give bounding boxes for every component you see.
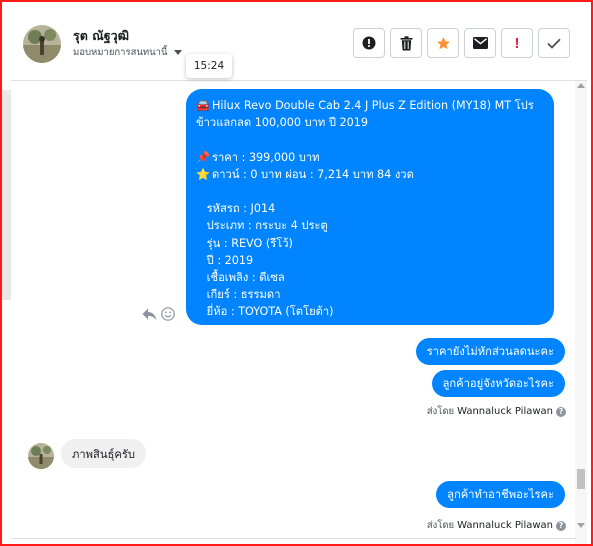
help-icon[interactable]: ? bbox=[556, 406, 566, 417]
outgoing-message[interactable]: ราคายังไม่หักส่วนลดนะคะ bbox=[415, 338, 565, 365]
check-icon bbox=[547, 38, 561, 49]
message-line: ปี : 2019 bbox=[196, 253, 254, 267]
contact-name[interactable]: รุต ณัฐวุฒิ bbox=[73, 26, 129, 46]
star-emoji-icon: ⭐ bbox=[196, 167, 210, 181]
caret-down-icon bbox=[173, 50, 182, 55]
message-line bbox=[196, 183, 544, 200]
message-line: เชื้อเพลิง : ดีเซล bbox=[196, 270, 285, 284]
message-line: ยี่ห้อ : TOYOTA (โตโยต้า) bbox=[196, 305, 334, 319]
mark-done-button[interactable] bbox=[538, 28, 570, 58]
conversation-window: รุต ณัฐวุฒิ มอบหมายการสนทนานี้ ! 15:24 🚘… bbox=[11, 8, 587, 544]
message-line: ประเภท : กระบะ 4 ประตู bbox=[196, 219, 328, 233]
scrollbar-thumb[interactable] bbox=[577, 469, 585, 489]
star-icon bbox=[436, 36, 450, 49]
spam-button[interactable]: ! bbox=[501, 28, 533, 58]
conversation-toolbar: ! bbox=[353, 28, 570, 58]
message-line: รหัสรถ : J014 bbox=[196, 202, 276, 216]
scrollbar[interactable] bbox=[575, 81, 587, 544]
message-line bbox=[196, 131, 544, 148]
trash-icon bbox=[400, 35, 412, 50]
message-line: ข้าวแลกลด 100,000 บาท ปี 2019 bbox=[196, 116, 368, 130]
contact-avatar-small bbox=[28, 443, 54, 469]
react-emoji-icon[interactable] bbox=[161, 307, 175, 321]
composer-divider bbox=[11, 538, 576, 539]
message-line: รุ่น : REVO (รีโว้) bbox=[196, 236, 293, 250]
background-panel-edge bbox=[2, 90, 11, 300]
car-emoji-icon: 🚘 bbox=[196, 99, 210, 112]
conversation-header: รุต ณัฐวุฒิ มอบหมายการสนทนานี้ ! bbox=[11, 8, 587, 81]
help-icon[interactable]: ? bbox=[556, 520, 566, 531]
delete-button[interactable] bbox=[390, 28, 422, 58]
info-button[interactable] bbox=[353, 28, 385, 58]
exclamation-icon: ! bbox=[514, 34, 520, 52]
message-line: 📌 ราคา : 399,000 บาท bbox=[196, 149, 544, 166]
message-line: เกียร์ : ธรรมดา bbox=[196, 288, 281, 302]
outgoing-message[interactable]: ลูกค้าอยู่จังหวัดอะไรคะ bbox=[431, 370, 565, 397]
sent-by-label: ส่งโดย Wannaluck Pilawan ? bbox=[427, 518, 566, 533]
timestamp-tooltip: 15:24 bbox=[186, 54, 232, 78]
message-thread[interactable]: 🚘 Hilux Revo Double Cab 2.4 J Plus Z Edit… bbox=[11, 81, 587, 544]
outgoing-message[interactable]: ลูกค้าทำอาชีพอะไรคะ bbox=[436, 481, 565, 508]
scroll-down-arrow-icon[interactable] bbox=[577, 523, 585, 528]
message-line: ⭐ ดาวน์ : 0 บาท ผ่อน : 7,214 บาท 84 งวด bbox=[196, 166, 544, 183]
incoming-message[interactable]: ภาพสินธุ์ครับ bbox=[61, 439, 146, 468]
info-icon bbox=[362, 36, 376, 50]
mark-unread-button[interactable] bbox=[464, 28, 496, 58]
mail-icon bbox=[472, 37, 488, 49]
scroll-up-arrow-icon[interactable] bbox=[577, 83, 585, 88]
sent-by-label: ส่งโดย Wannaluck Pilawan ? bbox=[427, 404, 566, 419]
pin-emoji-icon: 📌 bbox=[196, 150, 210, 164]
outgoing-message-listing[interactable]: 🚘 Hilux Revo Double Cab 2.4 J Plus Z Edit… bbox=[186, 89, 554, 325]
star-button[interactable] bbox=[427, 28, 459, 58]
reply-icon[interactable] bbox=[142, 308, 157, 321]
assign-conversation-dropdown[interactable]: มอบหมายการสนทนานี้ bbox=[73, 45, 182, 60]
assign-label: มอบหมายการสนทนานี้ bbox=[73, 47, 168, 58]
message-actions bbox=[142, 307, 175, 321]
message-line: 🚘 Hilux Revo Double Cab 2.4 J Plus Z Edit… bbox=[196, 97, 544, 114]
contact-avatar[interactable] bbox=[23, 25, 61, 63]
